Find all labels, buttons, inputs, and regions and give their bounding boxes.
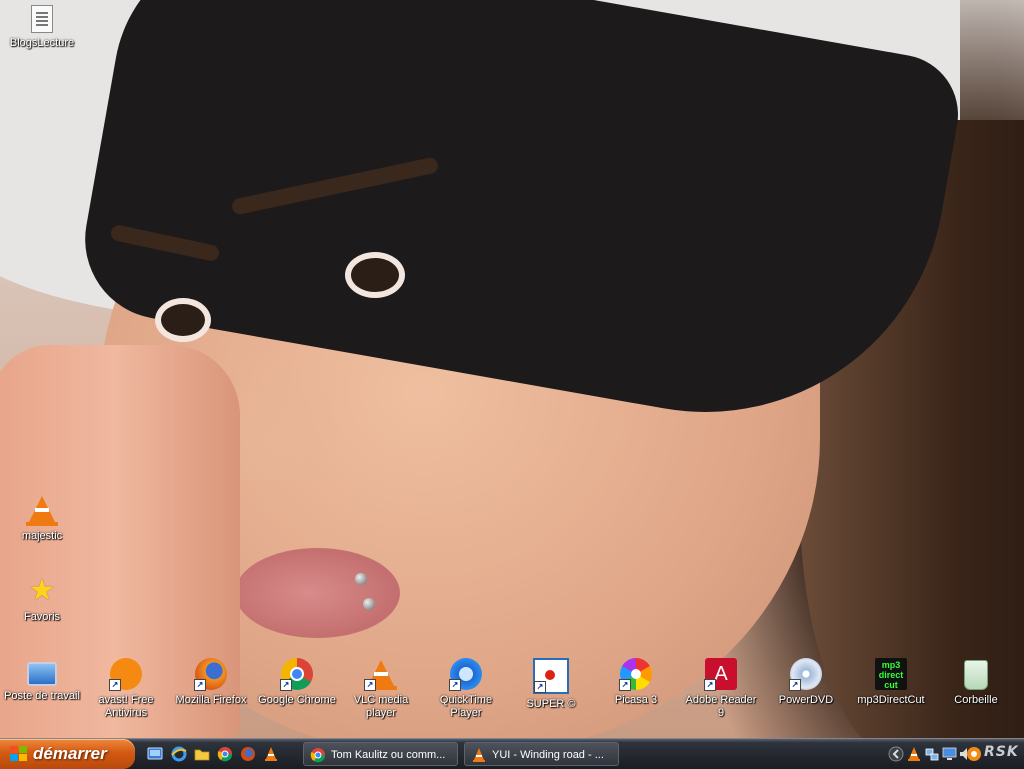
desktop-icon-majestic[interactable]: majestic [2,494,82,543]
vlc-tray-icon[interactable] [906,746,922,762]
desktop-icon-label: Corbeille [954,694,998,706]
task-button-title: Tom Kaulitz ou comm... [331,749,446,761]
windows-flag-icon [10,746,28,762]
system-tray: RSK [888,739,1024,769]
desktop-icon-vlc[interactable]: ↗ VLC media player [341,658,421,720]
desktop-icon-label: Poste de travail [4,690,80,702]
desktop-icon-firefox[interactable]: ↗ Mozilla Firefox [171,658,251,707]
task-button-chrome[interactable]: Tom Kaulitz ou comm... [303,742,458,766]
desktop-icon-chrome[interactable]: ↗ Google Chrome [257,658,337,707]
shortcut-arrow-icon: ↗ [789,679,801,691]
desktop-icon-powerdvd[interactable]: ↗ PowerDVD [766,658,846,707]
document-icon [31,5,53,33]
mp3-logo-text: mp3 [881,660,901,670]
vlc-icon [473,748,485,762]
shortcut-arrow-icon: ↗ [449,679,461,691]
desktop-icon-favoris[interactable]: ★ Favoris [2,575,82,624]
avast-icon: ↗ [109,658,142,691]
powerdvd-icon: ↗ [789,658,822,691]
avast-tray-icon[interactable] [966,746,982,762]
chrome-icon[interactable] [217,746,233,762]
desktop-icon-label: VLC media player [353,694,409,719]
tray-brand-text: RSK [984,744,1019,760]
shortcut-arrow-icon: ↗ [704,679,716,691]
recycle-bin-icon [964,660,988,690]
display-icon[interactable] [942,746,958,762]
wallpaper-lips [235,548,400,638]
adobe-logo-letter: A [714,663,728,685]
mp3-logo-text: direct [878,670,904,680]
desktop-icon-label: mp3DirectCut [857,694,925,706]
desktop-icon-label: Google Chrome [258,694,336,706]
desktop-icon-label: majestic [21,530,63,542]
desktop-icon-super[interactable]: ↗ SUPER © [511,658,591,711]
desktop-icon-label: Picasa 3 [614,694,658,706]
desktop-icon-poste-de-travail[interactable]: Poste de travail [2,658,82,703]
desktop-icon-label: Adobe Reader 9 [685,694,757,719]
desktop-wallpaper [0,0,1024,738]
chrome-icon [310,748,326,763]
folder-icon[interactable] [194,746,210,762]
start-button[interactable]: démarrer [0,739,135,769]
shortcut-arrow-icon: ↗ [280,679,292,691]
desktop-icon-picasa[interactable]: ↗ Picasa 3 [596,658,676,707]
shortcut-arrow-icon: ↗ [534,681,546,693]
desktop-icon-label: BlogsLecture [9,37,75,49]
shortcut-arrow-icon: ↗ [364,679,376,691]
quicktime-icon: ↗ [449,658,482,691]
start-button-label: démarrer [33,744,107,763]
desktop-icon-mp3directcut[interactable]: mp3 direct cut mp3DirectCut [851,658,931,707]
wallpaper-piercing-top [355,573,367,585]
desktop-icon-label: avast! Free Antivirus [98,694,154,719]
firefox-icon: ↗ [194,658,227,691]
chrome-icon: ↗ [280,658,313,691]
vlc-icon[interactable] [263,746,279,762]
mp3directcut-icon: mp3 direct cut [875,658,907,690]
vlc-cone-icon [26,494,58,526]
firefox-icon[interactable] [240,746,256,762]
desktop-icon-label: Favoris [23,611,61,623]
vlc-cone-icon: ↗ [364,658,397,691]
desktop-icon-adobe-reader[interactable]: A ↗ Adobe Reader 9 [681,658,761,720]
desktop-icon-avast[interactable]: ↗ avast! Free Antivirus [86,658,166,720]
desktop-icon-quicktime[interactable]: ↗ QuickTime Player [426,658,506,720]
task-button-vlc[interactable]: YUI - Winding road - ... [464,742,619,766]
wallpaper-eye-right [345,252,405,298]
computer-icon [27,662,57,686]
desktop-icon-label: QuickTime Player [439,694,493,719]
super-app-icon: ↗ [533,658,569,694]
internet-explorer-icon[interactable] [171,746,187,762]
picasa-icon: ↗ [619,658,652,691]
taskbar: démarrer Tom Kaulitz ou comm... YUI - Wi… [0,738,1024,769]
task-button-title: YUI - Winding road - ... [492,749,604,761]
shortcut-arrow-icon: ↗ [194,679,206,691]
wallpaper-eye-left [155,298,211,342]
chevron-left-icon[interactable] [888,746,904,762]
wallpaper-piercing-bottom [363,598,375,610]
network-icon[interactable] [924,746,940,762]
desktop-icon-blogslecture[interactable]: BlogsLecture [2,3,82,50]
adobe-reader-icon: A ↗ [704,658,737,691]
desktop-icon-label: PowerDVD [778,694,834,706]
shortcut-arrow-icon: ↗ [109,679,121,691]
shortcut-arrow-icon: ↗ [619,679,631,691]
star-icon: ★ [28,574,56,607]
mp3-logo-text: cut [884,680,898,690]
desktop-icon-label: Mozilla Firefox [175,694,247,706]
show-desktop-icon[interactable] [147,746,163,762]
desktop-icon-label: SUPER © [526,698,576,710]
desktop-icon-corbeille[interactable]: Corbeille [936,658,1016,707]
